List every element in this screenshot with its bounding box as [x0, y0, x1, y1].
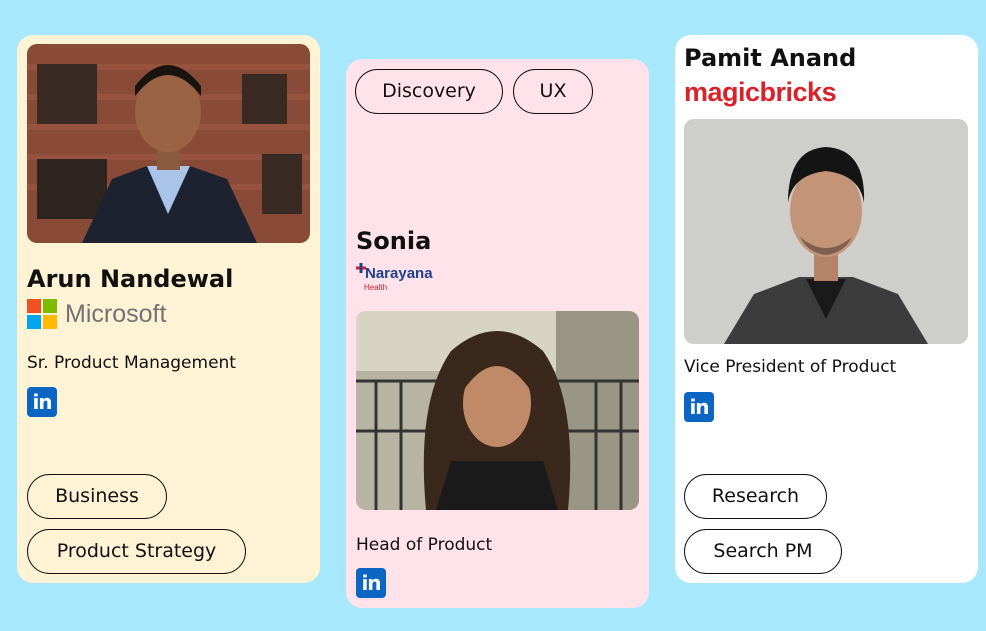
linkedin-icon[interactable]: in: [27, 387, 57, 417]
profile-card-arun: Arun Nandewal Microsoft Sr. Product Mana…: [17, 35, 320, 583]
company-logo-magicbricks: magicbricks: [684, 77, 837, 107]
linkedin-icon[interactable]: in: [684, 392, 714, 422]
profile-name: Pamit Anand: [684, 44, 857, 72]
tag-business[interactable]: Business: [27, 474, 167, 519]
profile-photo: [27, 44, 310, 243]
tag-research[interactable]: Research: [684, 474, 827, 519]
profile-role: Sr. Product Management: [27, 353, 236, 373]
linkedin-icon[interactable]: in: [356, 568, 386, 598]
profile-role: Head of Product: [356, 535, 493, 555]
profile-name: Sonia: [356, 227, 432, 255]
profile-photo: [684, 119, 968, 344]
tag-discovery[interactable]: Discovery: [355, 69, 503, 114]
tag-ux[interactable]: UX: [513, 69, 593, 114]
profile-card-pamit: Pamit Anand magicbricks Vice President o…: [675, 35, 978, 583]
company-name: Microsoft: [65, 299, 167, 328]
profile-photo: [356, 311, 639, 510]
microsoft-icon: [27, 299, 57, 329]
profile-role: Vice President of Product: [684, 357, 897, 377]
tag-search-pm[interactable]: Search PM: [684, 529, 842, 574]
profile-card-sonia: Discovery UX Sonia Narayana Health Head …: [346, 59, 649, 608]
company-logo-narayana: Narayana Health: [356, 261, 446, 293]
company-subname: Health: [364, 283, 388, 292]
company-name: Narayana: [365, 265, 433, 282]
profile-name: Arun Nandewal: [27, 265, 234, 293]
tag-product-strategy[interactable]: Product Strategy: [27, 529, 246, 574]
company-logo-microsoft: Microsoft: [27, 299, 166, 329]
